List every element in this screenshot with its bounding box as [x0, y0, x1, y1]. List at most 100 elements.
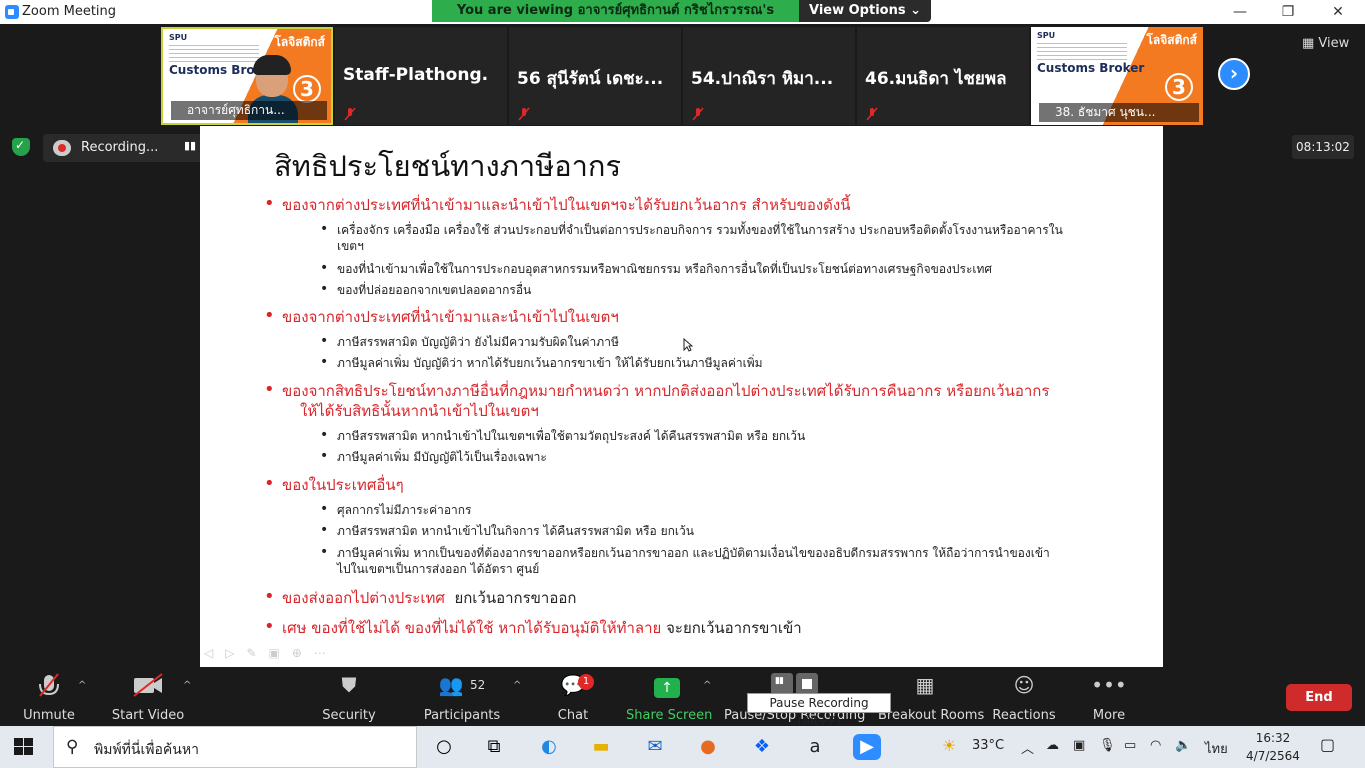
participant-tile[interactable]: 46.มนธิดา ไชยพล: [857, 27, 1029, 125]
reactions-button[interactable]: ☺ Reactions: [990, 672, 1058, 724]
temperature: 33°C: [972, 738, 1005, 753]
amazon-icon[interactable]: a: [801, 734, 829, 760]
share-caret-icon[interactable]: ^: [703, 680, 711, 691]
task-view-icon[interactable]: ⧉: [480, 734, 508, 760]
tray-chevron-icon[interactable]: ︿: [1021, 738, 1034, 757]
meet-now-icon[interactable]: ▣: [1073, 738, 1085, 753]
mouse-cursor-icon: [683, 338, 693, 352]
slide-title: สิทธิประโยชน์ทางภาษีอากร: [274, 149, 622, 183]
sub-bullet: เครื่องจักร เครื่องมือ เครื่องใช้ ส่วนปร…: [320, 221, 1063, 238]
unmute-button[interactable]: Unmute: [18, 672, 80, 724]
bullet-3: ของจากสิทธิประโยชน์ทางภาษีอื่นที่กฎหมายก…: [264, 381, 1049, 400]
close-button[interactable]: ✕: [1315, 0, 1361, 24]
clock-date: 4/7/2564: [1246, 749, 1300, 763]
zoom-window: Zoom Meeting — ❐ ✕ You are viewing อาจาร…: [0, 0, 1365, 768]
sub-bullet-cont: เขตฯ: [337, 239, 364, 253]
poster-brand: โลจิสติกส์: [274, 35, 325, 49]
battery-icon[interactable]: ▭: [1124, 738, 1136, 753]
view-options-button[interactable]: View Options ⌄: [799, 0, 931, 22]
windows-start-icon[interactable]: [14, 738, 34, 756]
start-video-button[interactable]: Start Video: [110, 672, 186, 724]
chat-button[interactable]: 💬 1 Chat: [548, 672, 598, 724]
next-page-button[interactable]: ›: [1218, 58, 1250, 90]
viewing-banner: You are viewing อาจารย์ศุทธิกานต์ กริชไก…: [432, 0, 799, 40]
dropbox-icon[interactable]: ❖: [748, 734, 776, 760]
video-off-icon: [133, 673, 163, 697]
windows-taskbar: ⚲ พิมพ์ที่นี่เพื่อค้นหา ○ ⧉ ◐ ▬ ✉ ● ❖ a …: [0, 726, 1365, 768]
volume-icon[interactable]: 🔈: [1175, 738, 1191, 753]
notifications-icon[interactable]: ▢: [1320, 735, 1335, 754]
slideshow-controls[interactable]: ◁▷✎▣⊕⋯: [204, 646, 338, 660]
participants-count: 52: [469, 678, 486, 692]
audio-caret-icon[interactable]: ^: [78, 680, 86, 691]
breakout-label: Breakout Rooms: [878, 708, 985, 723]
bullet-3-cont: ให้ได้รับสิทธินั้นหากนำเข้าไปในเขตฯ: [300, 402, 539, 420]
share-screen-button[interactable]: ↑ Share Screen: [626, 672, 713, 724]
participant-name: 46.มนธิดา ไชยพล: [865, 69, 1007, 89]
more-button[interactable]: ••• More: [1088, 672, 1130, 724]
sub-bullet: ภาษีมูลค่าเพิ่ม หากเป็นของที่ต้องอากรขาอ…: [320, 544, 1050, 561]
zoom-logo-icon: [5, 5, 19, 19]
bullet-2: ของจากต่างประเทศที่นำเข้ามาและนำเข้าไปใน…: [264, 307, 619, 326]
restore-button[interactable]: ❐: [1265, 0, 1311, 24]
share-screen-icon: ↑: [654, 678, 680, 698]
security-button[interactable]: ⛊ Security: [318, 672, 380, 724]
microphone-icon[interactable]: 🎙: [1099, 738, 1116, 753]
participant-gallery: SPU Customs Broker โลจิสติกส์ 3 อาจารย์ศ…: [0, 26, 1365, 126]
bullet-1: ของจากต่างประเทศที่นำเข้ามาและนำเข้าไปใน…: [264, 195, 850, 214]
breakout-grid-icon: ▦: [915, 673, 935, 697]
minimize-button[interactable]: —: [1217, 0, 1263, 24]
taskbar-clock[interactable]: 16:32 4/7/2564: [1244, 729, 1302, 765]
sub-bullet: ภาษีสรรพสามิต บัญญัติว่า ยังไม่มีความรับ…: [320, 333, 619, 350]
more-label: More: [1092, 708, 1126, 723]
chat-label: Chat: [557, 708, 589, 723]
stop-recording-icon[interactable]: [796, 673, 818, 695]
wifi-icon[interactable]: ◠: [1150, 738, 1161, 753]
share-screen-label: Share Screen: [626, 708, 713, 723]
meeting-timer: 08:13:02: [1292, 135, 1354, 159]
firefox-icon[interactable]: ●: [694, 734, 722, 760]
bullet-5-text: ของส่งออกไปต่างประเทศ: [282, 589, 445, 607]
participant-tile-host[interactable]: SPU Customs Broker โลจิสติกส์ 3 อาจารย์ศ…: [161, 27, 333, 125]
pause-recording-icon[interactable]: ▮▮: [181, 139, 199, 157]
weather-icon[interactable]: ☀: [942, 736, 956, 755]
recording-label: Recording...: [81, 140, 159, 155]
poster-text-lines: [169, 45, 259, 63]
sub-bullet-cont: ไปในเขตฯเป็นการส่งออก ได้อัตรา ศูนย์: [337, 562, 540, 576]
clock-time: 16:32: [1255, 731, 1291, 745]
participant-name: Staff-Plathong.: [343, 65, 489, 85]
participant-tile[interactable]: SPU Customs Broker โลจิสติกส์ 3 38. ธัชม…: [1031, 27, 1203, 125]
bullet-6-text: เศษ ของที่ใช้ไม่ได้ ของที่ไม่ได้ใช้ หากไ…: [282, 619, 662, 637]
cortana-icon[interactable]: ○: [430, 734, 458, 760]
view-button[interactable]: ▦ View: [1302, 36, 1349, 51]
muted-mic-icon: [344, 107, 356, 121]
onedrive-icon[interactable]: ☁: [1046, 738, 1059, 753]
participants-button[interactable]: 👥 52 Participants: [422, 672, 502, 724]
participants-caret-icon[interactable]: ^: [513, 680, 521, 691]
file-explorer-icon[interactable]: ▬: [587, 734, 615, 760]
zoom-taskbar-icon[interactable]: ▶: [853, 734, 881, 760]
breakout-rooms-button[interactable]: ▦ Breakout Rooms: [878, 672, 985, 724]
muted-mic-icon: [39, 673, 59, 697]
smiley-icon: ☺: [1013, 673, 1035, 697]
video-caret-icon[interactable]: ^: [183, 680, 191, 691]
bullet-6: เศษ ของที่ใช้ไม่ได้ ของที่ไม่ได้ใช้ หากไ…: [264, 618, 802, 637]
mail-icon[interactable]: ✉: [641, 734, 669, 760]
participant-name: 54.ปาณิรา หิมา...: [691, 69, 834, 89]
shared-screen-slide: สิทธิประโยชน์ทางภาษีอากร ของจากต่างประเท…: [200, 126, 1163, 667]
participant-tile[interactable]: Staff-Plathong.: [335, 27, 507, 125]
grid-icon: ▦: [1302, 36, 1319, 51]
shield-icon: ⛊: [341, 673, 357, 697]
taskbar-search-box[interactable]: ⚲ พิมพ์ที่นี่เพื่อค้นหา: [53, 726, 417, 768]
sub-bullet: ของที่ปล่อยออกจากเขตปลอดอากรอื่น: [320, 281, 531, 298]
end-meeting-button[interactable]: End: [1286, 684, 1352, 711]
encryption-shield-icon[interactable]: [12, 138, 30, 156]
participant-name: 56 สุนีรัตน์ เดชะ...: [517, 69, 664, 89]
muted-mic-icon: [866, 107, 878, 121]
participant-tile[interactable]: 56 สุนีรัตน์ เดชะ...: [509, 27, 681, 125]
edge-browser-icon[interactable]: ◐: [535, 734, 563, 760]
input-language[interactable]: ไทย: [1205, 738, 1228, 759]
participant-tile[interactable]: 54.ปาณิรา หิมา...: [683, 27, 855, 125]
pause-recording-icon[interactable]: [771, 673, 793, 695]
poster-title: Customs Broker: [1037, 61, 1145, 75]
